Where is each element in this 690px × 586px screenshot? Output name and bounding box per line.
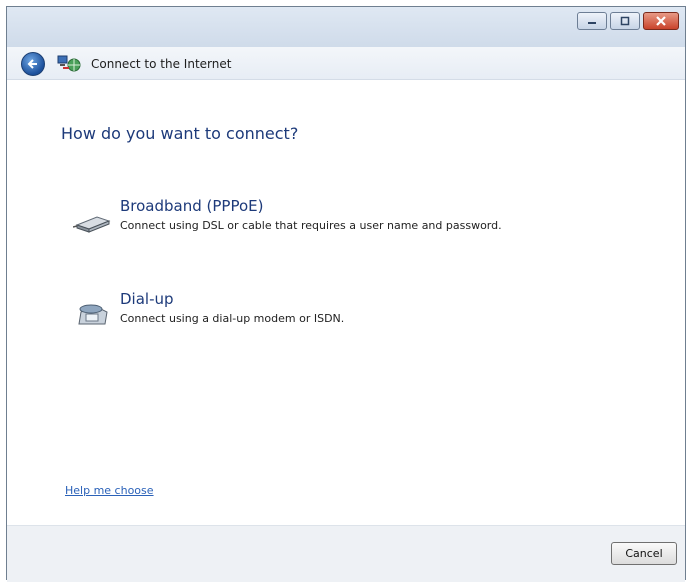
- broadband-option-title: Broadband (PPPoE): [120, 197, 264, 215]
- close-icon: [656, 16, 666, 26]
- title-bar[interactable]: [7, 7, 685, 47]
- dialup-option-description: Connect using a dial-up modem or ISDN.: [120, 312, 345, 325]
- broadband-option-description: Connect using DSL or cable that requires…: [120, 219, 502, 232]
- back-button[interactable]: [21, 52, 45, 76]
- window-title: Connect to the Internet: [91, 57, 232, 71]
- minimize-icon: [588, 22, 596, 24]
- minimize-button[interactable]: [577, 12, 607, 30]
- network-connection-icon: [57, 55, 81, 72]
- dialup-option-title: Dial-up: [120, 290, 174, 308]
- page-heading: How do you want to connect?: [61, 124, 299, 143]
- main-content: How do you want to connect? Broadband (P…: [7, 80, 685, 525]
- caption-buttons: [574, 12, 679, 30]
- close-button[interactable]: [643, 12, 679, 30]
- dialog-footer: Cancel: [7, 525, 685, 582]
- help-me-choose-link[interactable]: Help me choose: [65, 484, 154, 497]
- cancel-button[interactable]: Cancel: [611, 542, 677, 565]
- connect-dialog-window: Connect to the Internet How do you want …: [6, 6, 686, 582]
- back-arrow-icon: [27, 59, 37, 69]
- maximize-icon: [620, 16, 630, 26]
- broadband-modem-icon: [73, 216, 111, 233]
- dialup-phone-icon: [78, 304, 108, 325]
- navigation-bar: Connect to the Internet: [7, 47, 685, 80]
- maximize-button[interactable]: [610, 12, 640, 30]
